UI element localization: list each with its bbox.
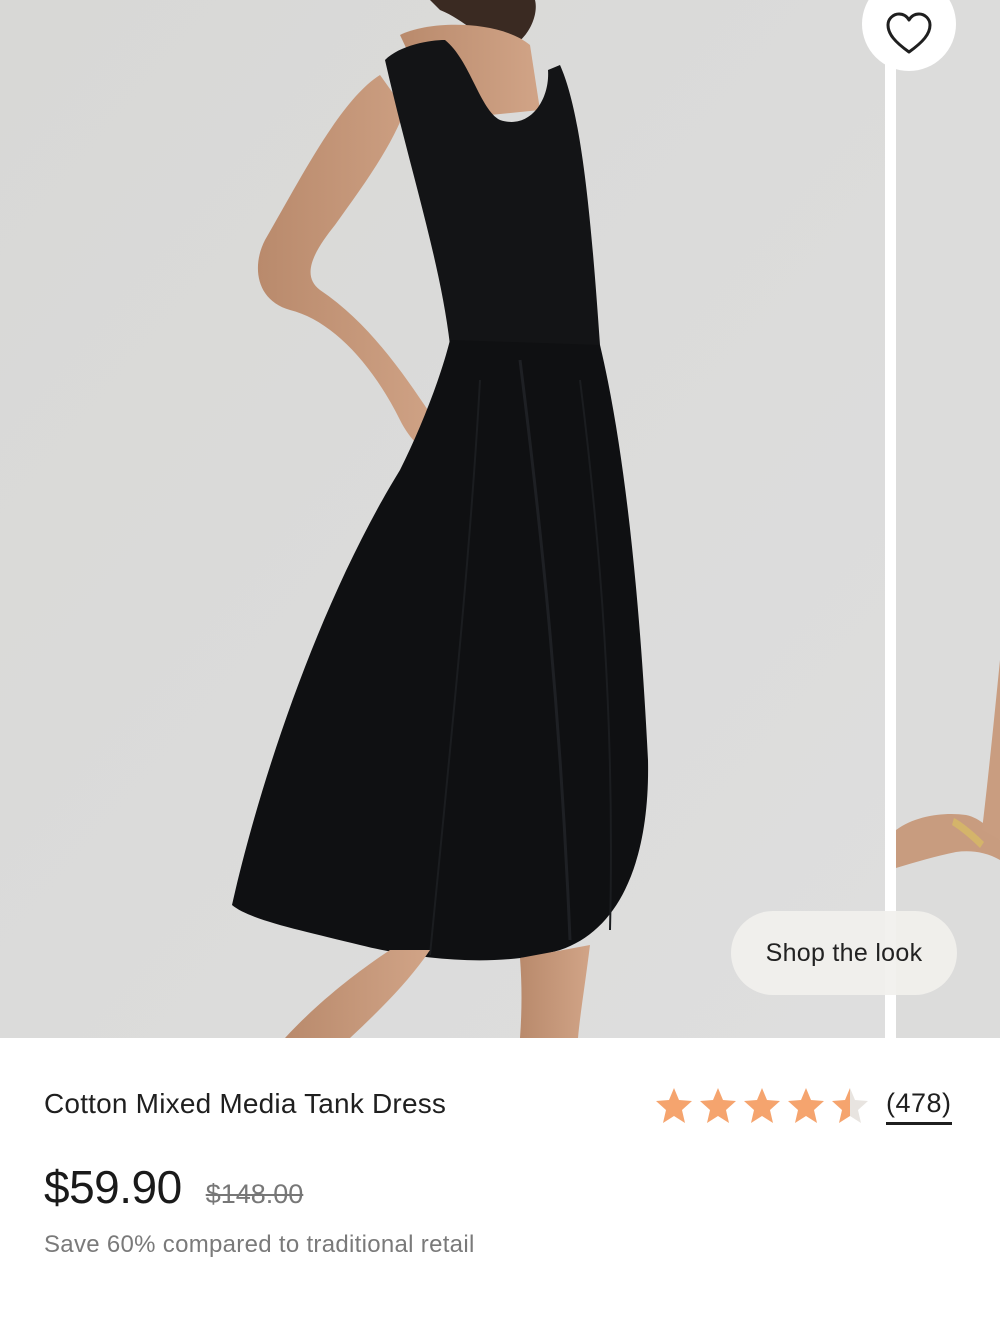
shop-the-look-button[interactable]: Shop the look bbox=[731, 911, 957, 995]
review-count-link[interactable]: (478) bbox=[886, 1088, 952, 1125]
current-price: $59.90 bbox=[44, 1161, 182, 1213]
heart-outline-icon bbox=[885, 0, 933, 56]
savings-text: Save 60% compared to traditional retail bbox=[44, 1231, 475, 1258]
shop-the-look-label: Shop the look bbox=[765, 938, 923, 967]
rating-stars bbox=[654, 1086, 870, 1126]
star-filled-icon bbox=[698, 1086, 738, 1126]
product-image-gallery[interactable]: Shop the look bbox=[0, 0, 1000, 1038]
star-half-icon bbox=[830, 1086, 870, 1126]
star-filled-icon bbox=[786, 1086, 826, 1126]
product-page: Shop the look Cotton Mixed Media Tank Dr… bbox=[0, 0, 1000, 1333]
original-price: $148.00 bbox=[205, 1179, 304, 1209]
star-filled-icon bbox=[654, 1086, 694, 1126]
price-row: $59.90 $148.00 bbox=[44, 1160, 303, 1214]
product-photo-main[interactable] bbox=[0, 0, 885, 1038]
product-photo-next-preview[interactable] bbox=[896, 0, 1000, 1038]
product-info: Cotton Mixed Media Tank Dress (478) $59.… bbox=[0, 1038, 1000, 1333]
product-rating[interactable]: (478) bbox=[654, 1086, 952, 1126]
star-filled-icon bbox=[742, 1086, 782, 1126]
product-title: Cotton Mixed Media Tank Dress bbox=[44, 1088, 447, 1119]
